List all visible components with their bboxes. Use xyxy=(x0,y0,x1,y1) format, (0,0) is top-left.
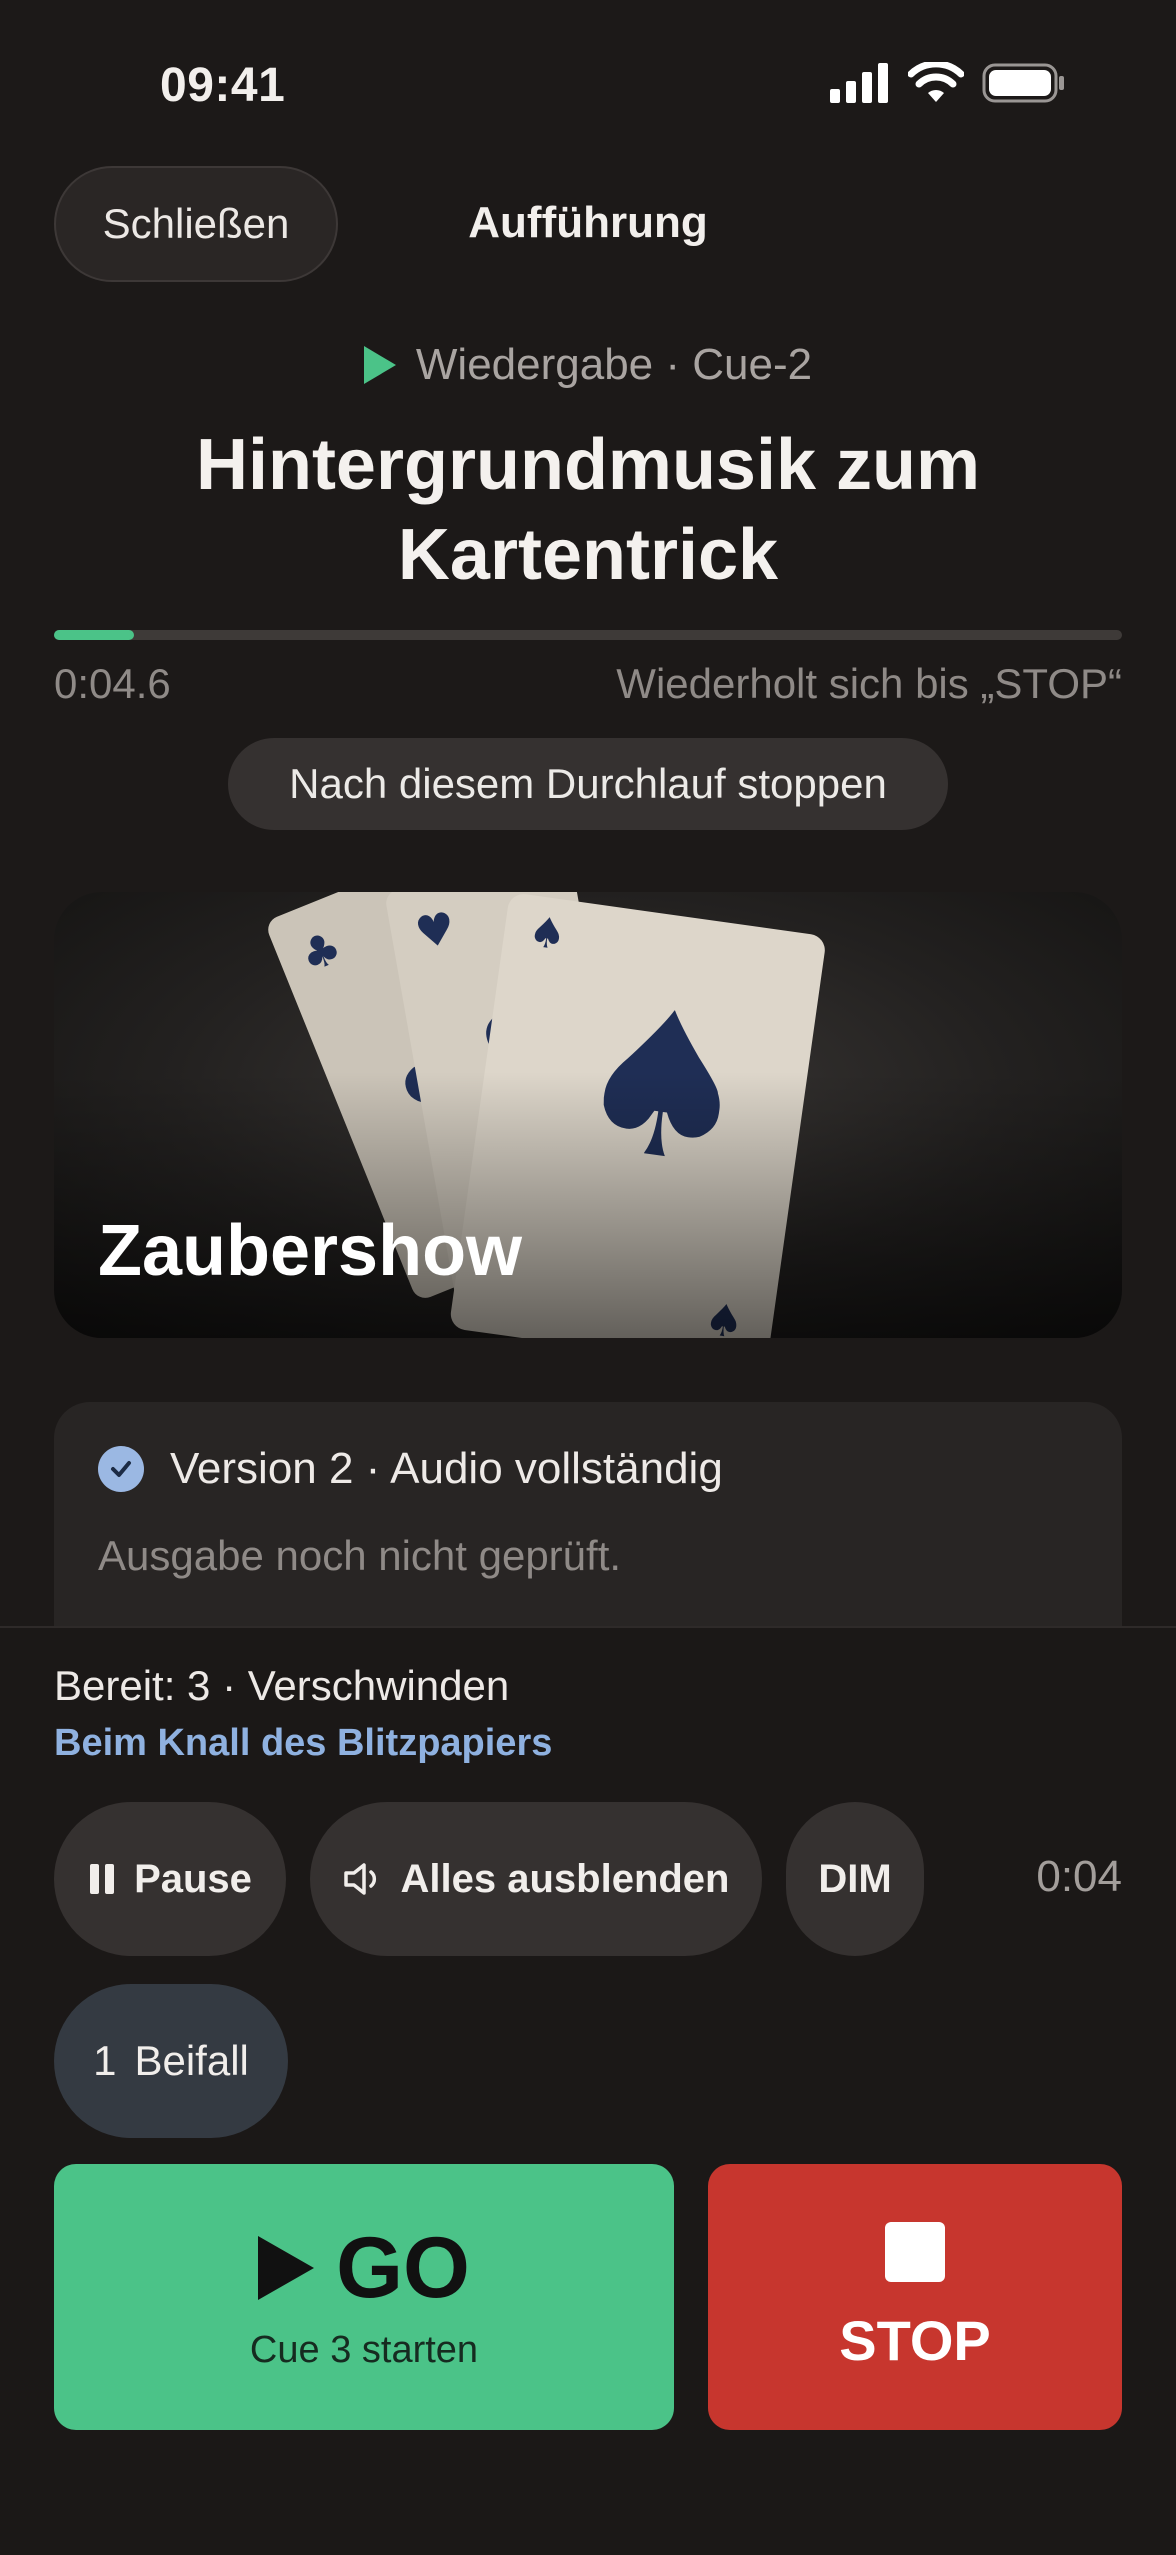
hotkey-number: 1 xyxy=(93,2037,117,2084)
status-icons xyxy=(830,62,1066,104)
play-icon xyxy=(258,2235,315,2300)
hotkey-applause-button[interactable]: 1 Beifall xyxy=(54,1984,288,2138)
playback-state: Wiedergabe · Cue-2 xyxy=(0,340,1176,390)
loop-info: Wiederholt sich bis „STOP“ xyxy=(616,660,1122,707)
version-card: Version 2 · Audio vollständig Ausgabe no… xyxy=(54,1402,1122,1662)
pause-icon xyxy=(90,1864,115,1894)
playback-state-label: Wiedergabe · Cue-2 xyxy=(415,340,813,389)
cue-time: 0:04 xyxy=(1036,1852,1122,1901)
fade-all-button[interactable]: Alles ausblenden xyxy=(310,1802,762,1956)
version-status: Version 2 · Audio vollständig xyxy=(98,1444,723,1494)
next-cue-ready: Bereit: 3 · Verschwinden xyxy=(54,1662,510,1709)
battery-icon xyxy=(982,63,1064,103)
go-sublabel: Cue 3 starten xyxy=(249,2328,479,2371)
hotkey-label: Beifall xyxy=(134,2037,249,2084)
show-artwork: ♣ ♣ ♥ ♥ ♠ ♠ ♠ Zaubershow xyxy=(54,892,1122,1338)
stop-label: STOP xyxy=(839,2308,991,2372)
progress-fill xyxy=(54,630,135,640)
progress-bar xyxy=(54,630,1122,640)
fade-all-label: Alles ausblenden xyxy=(400,1856,730,1901)
version-status-label: Version 2 · Audio vollständig xyxy=(170,1444,723,1493)
status-time: 09:41 xyxy=(160,59,286,112)
speaker-icon xyxy=(343,1863,376,1895)
go-button[interactable]: GO Cue 3 starten xyxy=(54,2164,674,2430)
pause-label: Pause xyxy=(134,1856,252,1901)
show-title: Zaubershow xyxy=(98,1211,523,1291)
check-circle-icon xyxy=(98,1446,144,1492)
stop-after-loop-button[interactable]: Nach diesem Durchlauf stoppen xyxy=(228,738,948,830)
wifi-icon xyxy=(908,62,964,102)
elapsed-time: 0:04.6 xyxy=(54,660,171,707)
play-icon xyxy=(363,346,396,384)
dim-button[interactable]: DIM xyxy=(786,1802,924,1956)
page-title: Aufführung xyxy=(468,198,708,247)
cue-title: Hintergrundmusik zum Kartentrick xyxy=(195,425,981,595)
next-cue-trigger: Beim Knall des Blitzpapiers xyxy=(54,1722,553,1764)
stop-icon xyxy=(885,2221,945,2282)
stop-button[interactable]: STOP xyxy=(708,2164,1122,2430)
version-note: Ausgabe noch nicht geprüft. xyxy=(98,1532,622,1579)
go-label: GO xyxy=(336,2219,470,2316)
signal-icon xyxy=(830,63,888,103)
pause-button[interactable]: Pause xyxy=(54,1802,286,1956)
go-main: GO xyxy=(258,2223,470,2313)
svg-text:♠: ♠ xyxy=(525,906,569,960)
